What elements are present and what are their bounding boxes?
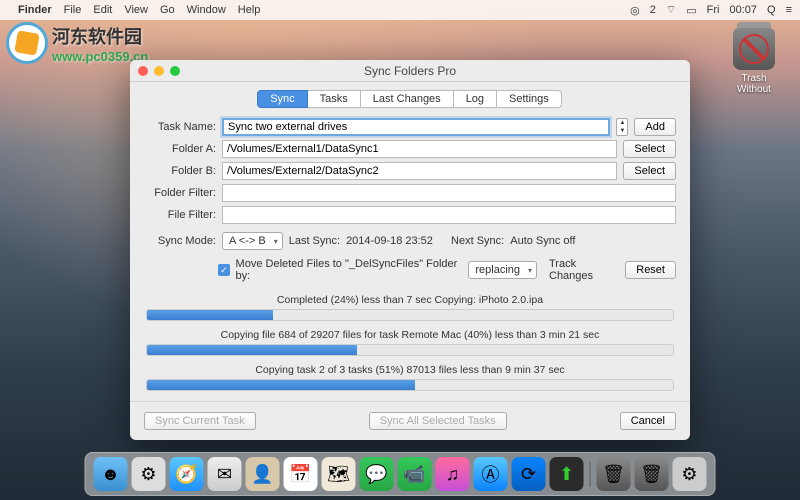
dock-facetime-icon[interactable]: 📹: [398, 457, 432, 491]
select-a-button[interactable]: Select: [623, 140, 676, 158]
dock-trash-icon[interactable]: 🗑: [597, 457, 631, 491]
folder-a-label: Folder A:: [144, 143, 216, 155]
move-mode-select[interactable]: replacing: [468, 261, 537, 279]
sync-all-button[interactable]: Sync All Selected Tasks: [369, 412, 507, 430]
clock-time[interactable]: 00:07: [729, 4, 757, 16]
desktop-trash[interactable]: Trash Without: [726, 28, 782, 95]
last-sync-value: 2014-09-18 23:52: [346, 235, 433, 247]
sync-current-button[interactable]: Sync Current Task: [144, 412, 256, 430]
menubar: Finder File Edit View Go Window Help ◎ 2…: [0, 0, 800, 20]
progress-3: [146, 379, 674, 391]
dock-calendar-icon[interactable]: 📅: [284, 457, 318, 491]
circle-status-icon[interactable]: ◎: [630, 4, 640, 17]
folder-b-input[interactable]: [222, 162, 617, 180]
folder-b-label: Folder B:: [144, 165, 216, 177]
clock-day[interactable]: Fri: [707, 4, 720, 16]
menu-go[interactable]: Go: [160, 4, 175, 16]
tab-bar: Sync Tasks Last Changes Log Settings: [130, 82, 690, 114]
dock: ☻ ⚙ 🧭 ✉ 👤 📅 🗺 💬 📹 ♫ Ⓐ ⟳ ⬆ 🗑 🗑 ⚙: [85, 452, 716, 496]
watermark: 河东软件园 www.pc0359.cn: [6, 22, 148, 64]
move-deleted-checkbox[interactable]: ✓: [218, 264, 229, 276]
task-name-label: Task Name:: [144, 121, 216, 133]
cancel-button[interactable]: Cancel: [620, 412, 676, 430]
user-count[interactable]: 2: [650, 4, 656, 16]
progress-2-bar: [147, 345, 357, 355]
progress-3-bar: [147, 380, 415, 390]
window-footer: Sync Current Task Sync All Selected Task…: [130, 401, 690, 440]
folder-a-input[interactable]: [222, 140, 617, 158]
window-title: Sync Folders Pro: [130, 64, 690, 78]
form-area: Task Name: ▲▼ Add Folder A: Select Folde…: [130, 114, 690, 401]
titlebar[interactable]: Sync Folders Pro: [130, 60, 690, 82]
file-filter-label: File Filter:: [144, 209, 216, 221]
dock-maps-icon[interactable]: 🗺: [322, 457, 356, 491]
dock-settings-icon[interactable]: ⚙: [673, 457, 707, 491]
menu-window[interactable]: Window: [187, 4, 226, 16]
dock-contacts-icon[interactable]: 👤: [246, 457, 280, 491]
chevron-up-icon: ▲: [617, 119, 627, 127]
menu-file[interactable]: File: [64, 4, 82, 16]
add-button[interactable]: Add: [634, 118, 676, 136]
track-changes-label: Track Changes: [549, 258, 619, 282]
status-2: Copying file 684 of 29207 files for task…: [144, 329, 676, 341]
folder-filter-label: Folder Filter:: [144, 187, 216, 199]
tab-settings[interactable]: Settings: [496, 90, 562, 108]
dock-vpn-icon[interactable]: ⬆: [550, 457, 584, 491]
app-window: Sync Folders Pro Sync Tasks Last Changes…: [130, 60, 690, 440]
task-name-input[interactable]: [222, 118, 610, 136]
next-sync-label: Next Sync:: [451, 235, 504, 247]
tab-tasks[interactable]: Tasks: [307, 90, 361, 108]
dock-appstore-icon[interactable]: Ⓐ: [474, 457, 508, 491]
move-deleted-label: Move Deleted Files to "_DelSyncFiles" Fo…: [236, 258, 463, 282]
sync-mode-label: Sync Mode:: [144, 235, 216, 247]
tab-log[interactable]: Log: [453, 90, 497, 108]
select-b-button[interactable]: Select: [623, 162, 676, 180]
dock-trash2-icon[interactable]: 🗑: [635, 457, 669, 491]
wifi-icon[interactable]: ⌔: [666, 3, 676, 17]
tab-sync[interactable]: Sync: [257, 90, 307, 108]
progress-1-bar: [147, 310, 273, 320]
folder-filter-input[interactable]: [222, 184, 676, 202]
progress-2: [146, 344, 674, 356]
menu-extra-icon[interactable]: ≡: [786, 4, 792, 16]
last-sync-label: Last Sync:: [289, 235, 340, 247]
app-menu[interactable]: Finder: [18, 4, 52, 16]
desktop-trash-label: Trash Without: [726, 73, 782, 95]
dock-messages-icon[interactable]: 💬: [360, 457, 394, 491]
dock-sync-icon[interactable]: ⟳: [512, 457, 546, 491]
progress-1: [146, 309, 674, 321]
tab-last-changes[interactable]: Last Changes: [360, 90, 454, 108]
dock-itunes-icon[interactable]: ♫: [436, 457, 470, 491]
trash-bin-icon: [733, 28, 775, 70]
next-sync-value: Auto Sync off: [510, 235, 575, 247]
dock-mail-icon[interactable]: ✉: [208, 457, 242, 491]
status-1: Completed (24%) less than 7 sec Copying:…: [144, 294, 676, 306]
menu-edit[interactable]: Edit: [93, 4, 112, 16]
watermark-title: 河东软件园: [52, 23, 148, 49]
chevron-down-icon: ▼: [617, 127, 627, 135]
minimize-button[interactable]: [154, 66, 164, 76]
menu-help[interactable]: Help: [238, 4, 261, 16]
dock-separator: [590, 461, 591, 487]
watermark-logo-icon: [6, 22, 48, 64]
battery-icon[interactable]: ▭: [686, 4, 696, 17]
maximize-button[interactable]: [170, 66, 180, 76]
status-3: Copying task 2 of 3 tasks (51%) 87013 fi…: [144, 364, 676, 376]
dock-finder-icon[interactable]: ☻: [94, 457, 128, 491]
dock-safari-icon[interactable]: 🧭: [170, 457, 204, 491]
sync-mode-select[interactable]: A <-> B: [222, 232, 283, 250]
reset-button[interactable]: Reset: [625, 261, 676, 279]
close-button[interactable]: [138, 66, 148, 76]
task-stepper[interactable]: ▲▼: [616, 118, 628, 136]
file-filter-input[interactable]: [222, 206, 676, 224]
dock-launchpad-icon[interactable]: ⚙: [132, 457, 166, 491]
spotlight-icon[interactable]: Q: [767, 4, 776, 16]
menu-view[interactable]: View: [124, 4, 148, 16]
